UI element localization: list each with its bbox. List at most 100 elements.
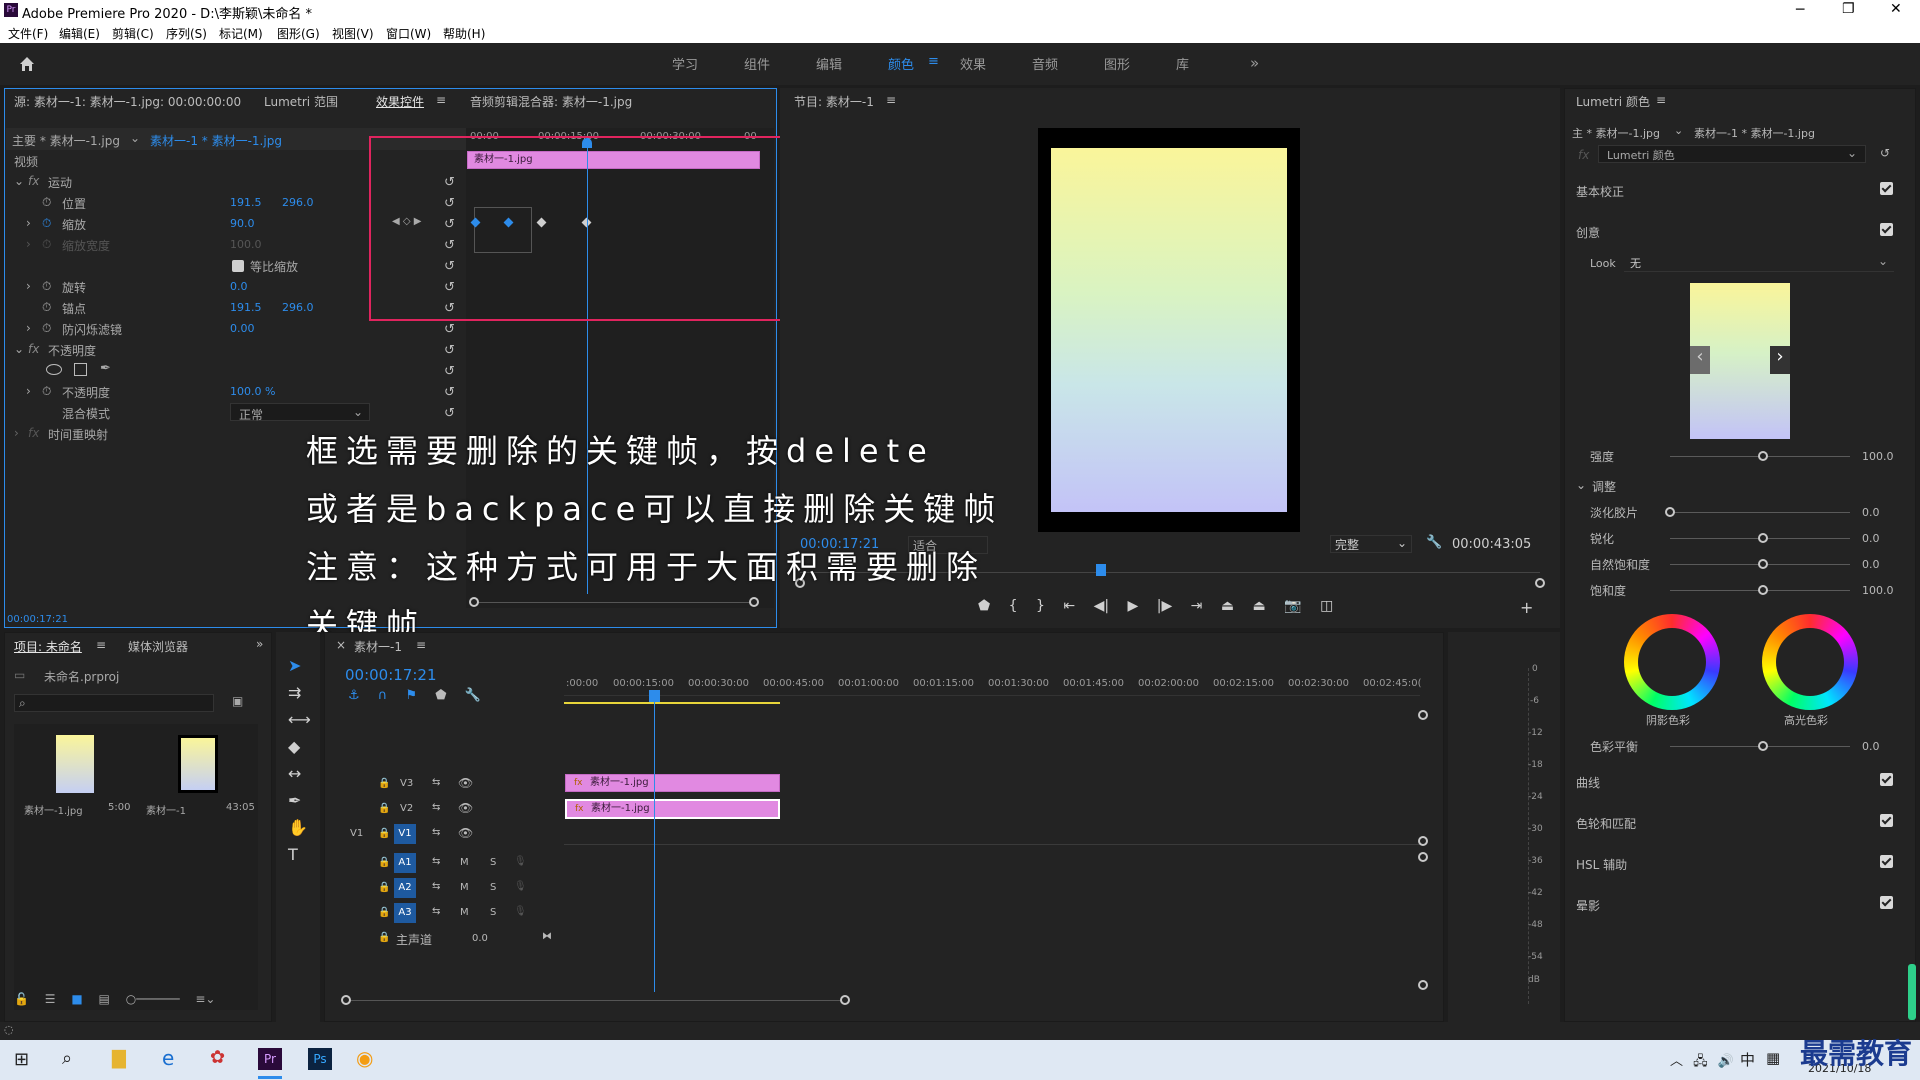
step-forward-icon[interactable]: |▶ [1157, 598, 1172, 614]
go-to-in-icon[interactable]: ⇤ [1063, 598, 1075, 614]
hand-tool-icon[interactable]: ✋ [288, 814, 311, 841]
razor-tool-icon[interactable]: ◆ [288, 733, 311, 760]
sync-lock-icon[interactable]: ⇆ [432, 856, 440, 867]
track-scroll-handle[interactable] [1418, 980, 1428, 990]
tab-libraries[interactable]: 库 [1176, 54, 1189, 73]
scale-stopwatch-icon[interactable]: ⏱ [42, 216, 51, 231]
track-scroll-handle[interactable] [1418, 852, 1428, 862]
zoom-slider-icon[interactable]: ○────── [126, 992, 180, 1006]
basic-correction-label[interactable]: 基本校正 [1576, 183, 1624, 200]
sync-lock-icon[interactable]: ⇆ [432, 777, 440, 788]
premiere-taskbar-icon[interactable]: Pr [258, 1048, 282, 1070]
mic-icon[interactable]: 🎙 [514, 881, 527, 892]
reset-icon[interactable]: ↺ [444, 382, 460, 403]
reset-icon[interactable]: ↺ [444, 340, 460, 361]
curves-checkbox[interactable] [1880, 773, 1893, 786]
master-clip-dropdown-icon[interactable]: ⌄ [130, 131, 140, 145]
sequence-clip-label[interactable]: 素材一-1 * 素材一-1.jpg [150, 132, 282, 149]
snap-icon[interactable]: ∩ [378, 688, 388, 703]
track-name-a1[interactable]: A1 [394, 853, 416, 873]
project-search-input[interactable]: ⌕ [14, 694, 214, 712]
tab-assembly[interactable]: 组件 [744, 54, 770, 73]
solo-button[interactable]: S [490, 882, 496, 893]
faded-film-slider-knob[interactable] [1665, 507, 1675, 517]
timeline-clip-v2[interactable]: fx 素材一-1.jpg [565, 799, 780, 819]
menu-clip[interactable]: 剪辑(C) [112, 25, 154, 42]
tab-color[interactable]: 颜色 [888, 54, 914, 73]
time-remap-expand-icon[interactable]: › [14, 426, 19, 440]
source-patch-v1[interactable]: V1 [350, 828, 363, 839]
add-button-icon[interactable]: + [1520, 598, 1533, 617]
rectangle-mask-icon[interactable] [74, 363, 87, 376]
vignette-label[interactable]: 晕影 [1576, 897, 1600, 914]
tab-effects[interactable]: 效果 [960, 54, 986, 73]
saturation-slider-knob[interactable] [1758, 585, 1768, 595]
add-marker-icon[interactable]: ⬟ [978, 598, 990, 614]
sync-lock-icon[interactable]: ⇆ [432, 881, 440, 892]
position-y-value[interactable]: 296.0 [282, 196, 314, 209]
timeline-menu-icon[interactable]: ≡ [416, 638, 426, 652]
tab-media-browser[interactable]: 媒体浏览器 [128, 638, 188, 655]
look-next-icon[interactable]: › [1770, 346, 1790, 374]
program-menu-icon[interactable]: ≡ [886, 93, 896, 107]
mark-out-icon[interactable]: } [1036, 598, 1045, 614]
play-icon[interactable]: ▶ [1128, 598, 1139, 614]
mic-icon[interactable]: 🎙 [514, 906, 527, 917]
project-thumbnail-2[interactable] [178, 735, 218, 793]
menu-window[interactable]: 窗口(W) [386, 25, 431, 42]
sharpen-value[interactable]: 0.0 [1862, 532, 1880, 545]
close-button[interactable]: ✕ [1890, 1, 1902, 17]
flicker-expand-icon[interactable]: › [26, 321, 31, 335]
tab-learn[interactable]: 学习 [672, 54, 698, 73]
intensity-slider-knob[interactable] [1758, 451, 1768, 461]
opacity-stopwatch-icon[interactable]: ⏱ [42, 384, 51, 399]
program-monitor-title[interactable]: 节目: 素材一-1 [794, 93, 874, 110]
tab-audio-clip-mixer[interactable]: 音频剪辑混合器: 素材一-1.jpg [470, 93, 632, 110]
quality-select[interactable]: 完整 ⌄ [1330, 535, 1412, 553]
new-bin-icon[interactable]: ▣ [232, 694, 243, 708]
more-workspaces-icon[interactable]: » [1250, 54, 1259, 72]
creative-label[interactable]: 创意 [1576, 224, 1600, 241]
freeform-view-icon[interactable]: ▤ [99, 992, 110, 1006]
color-wheels-label[interactable]: 色轮和匹配 [1576, 815, 1636, 832]
lock-icon[interactable]: 🔒 [378, 778, 390, 789]
flicker-value[interactable]: 0.00 [230, 322, 255, 335]
ec-timecode[interactable]: 00:00:17:21 [7, 614, 68, 625]
timeline-clip-v3[interactable]: fx 素材一-1.jpg [565, 774, 780, 792]
opacity-fx-icon[interactable]: fx [28, 342, 39, 356]
color-balance-slider-knob[interactable] [1758, 741, 1768, 751]
keyboard-icon[interactable]: ▦ [1766, 1049, 1780, 1067]
adjust-expand-icon[interactable]: ⌄ [1576, 478, 1586, 492]
eye-icon[interactable]: 👁 [458, 826, 473, 840]
project-thumbnail-1[interactable] [56, 735, 94, 793]
faded-film-value[interactable]: 0.0 [1862, 506, 1880, 519]
eye-icon[interactable]: 👁 [458, 801, 473, 815]
timeline-tab[interactable]: 素材一-1 [354, 638, 402, 655]
scale-value[interactable]: 90.0 [230, 217, 255, 230]
lumetri-reset-icon[interactable]: ↺ [1880, 146, 1890, 160]
uniform-scale-checkbox[interactable] [232, 260, 244, 272]
effect-controls-menu-icon[interactable]: ≡ [436, 93, 446, 107]
faded-film-slider[interactable] [1670, 512, 1850, 513]
lock-icon[interactable]: 🔓 [14, 992, 29, 1006]
flicker-stopwatch-icon[interactable]: ⏱ [42, 321, 51, 336]
sync-lock-icon[interactable]: ⇆ [432, 906, 440, 917]
highlight-color-wheel[interactable] [1762, 614, 1858, 710]
selection-tool-icon[interactable]: ➤ [288, 652, 311, 679]
color-wheels-checkbox[interactable] [1880, 814, 1893, 827]
icon-view-icon[interactable]: ■ [71, 992, 82, 1006]
timeline-timecode[interactable]: 00:00:17:21 [345, 666, 437, 684]
go-to-out-icon[interactable]: ⇥ [1191, 598, 1203, 614]
eye-icon[interactable]: 👁 [458, 776, 473, 790]
saturation-value[interactable]: 100.0 [1862, 584, 1894, 597]
lock-icon[interactable]: 🔒 [378, 803, 390, 814]
basic-correction-checkbox[interactable] [1880, 182, 1893, 195]
ec-zoom-bar[interactable] [474, 602, 754, 603]
lumetri-master-dropdown-icon[interactable]: ⌄ [1674, 124, 1683, 137]
more-panels-icon[interactable]: » [256, 637, 263, 651]
tab-project[interactable]: 项目: 未命名 [14, 638, 82, 655]
app-icon[interactable]: ✿ [210, 1047, 225, 1068]
mark-in-icon[interactable]: { [1009, 598, 1018, 614]
slip-tool-icon[interactable]: ↔ [288, 760, 311, 787]
timeline-scroll-right-handle[interactable] [840, 995, 850, 1005]
